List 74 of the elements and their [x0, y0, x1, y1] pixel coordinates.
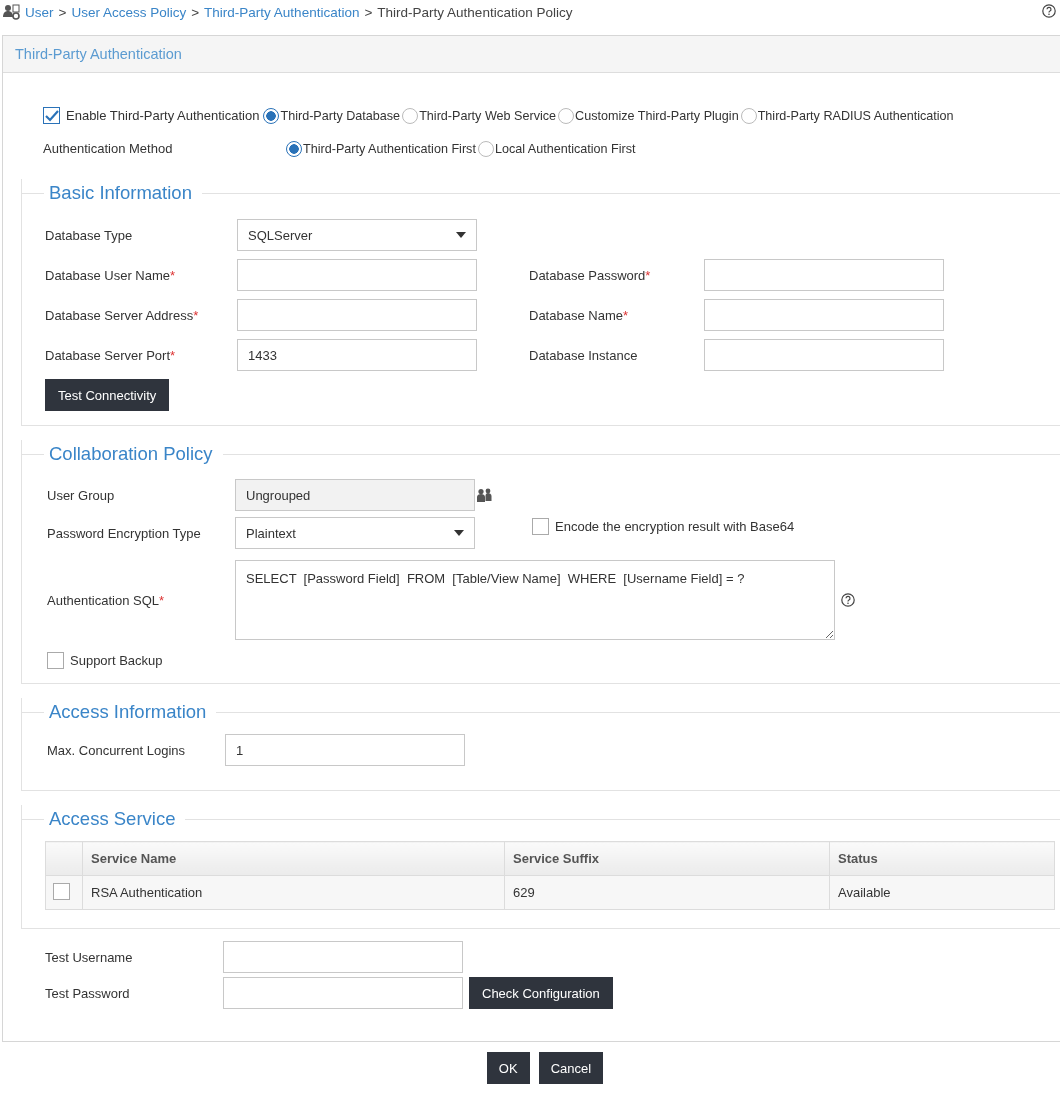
- field-label: Database Server Address*: [45, 307, 200, 323]
- dropdown[interactable]: SQLServer: [237, 219, 477, 251]
- checkbox-label: Encode the encryption result with Base64: [555, 519, 795, 534]
- field-label: Test Password: [45, 985, 131, 1001]
- section-title: Basic Information: [48, 182, 193, 204]
- input-field[interactable]: [223, 941, 463, 973]
- field-label: User Group: [47, 487, 116, 503]
- help-icon[interactable]: [841, 593, 855, 607]
- checkbox[interactable]: [532, 518, 549, 535]
- dialog-button[interactable]: Cancel: [538, 1052, 604, 1084]
- caret-icon: [456, 232, 466, 238]
- column-header: Service Suffix: [504, 841, 830, 876]
- field-label: Authentication Method: [43, 141, 174, 156]
- table-cell: RSA Authentication: [82, 875, 505, 910]
- field-label: Database Server Port*: [45, 347, 177, 363]
- field-label: Database Name*: [529, 307, 629, 323]
- radio-label: Third-Party RADIUS Authentication: [757, 108, 954, 123]
- breadcrumb-separator: >: [364, 4, 373, 20]
- radio-label: Customize Third-Party Plugin: [575, 108, 739, 123]
- input-field[interactable]: 1433: [237, 339, 477, 371]
- column-header: Status: [829, 841, 1055, 876]
- field-label: Database Instance: [529, 347, 639, 363]
- input-field[interactable]: [704, 339, 944, 371]
- field-label: Database Password*: [529, 267, 652, 283]
- table-cell: Available: [829, 875, 1055, 910]
- caret-icon: [454, 530, 464, 536]
- column-header: Service Name: [82, 841, 505, 876]
- breadcrumb-current: Third-Party Authentication Policy: [377, 4, 573, 20]
- section-title: Collaboration Policy: [48, 443, 214, 465]
- breadcrumb-separator: >: [58, 4, 67, 20]
- radio-button[interactable]: [402, 107, 419, 124]
- radio-label: Local Authentication First: [494, 141, 636, 156]
- input-field[interactable]: [704, 299, 944, 331]
- input-field[interactable]: [704, 259, 944, 291]
- breadcrumb-link[interactable]: Third-Party Authentication: [204, 4, 360, 20]
- field-label: Test Username: [45, 949, 134, 965]
- test-connectivity-button[interactable]: Test Connectivity: [45, 379, 170, 411]
- breadcrumb-separator: >: [191, 4, 200, 20]
- dialog-button[interactable]: OK: [486, 1052, 530, 1084]
- radio-button[interactable]: [740, 107, 757, 124]
- radio-button[interactable]: [558, 107, 575, 124]
- field-label: Database Type: [45, 227, 134, 243]
- input-field[interactable]: 1: [225, 734, 465, 766]
- dropdown[interactable]: Plaintext: [235, 517, 475, 549]
- field-label: Password Encryption Type: [47, 525, 202, 541]
- checkbox[interactable]: [43, 107, 60, 124]
- panel-title: Third-Party Authentication: [15, 46, 182, 62]
- table-cell: 629: [504, 875, 830, 910]
- radio-label: Third-Party Web Service: [419, 108, 557, 123]
- field-label: Max. Concurrent Logins: [47, 742, 186, 758]
- radio-button[interactable]: [477, 140, 494, 157]
- radio-label: Third-Party Authentication First: [303, 141, 476, 156]
- radio-button[interactable]: [286, 140, 302, 157]
- help-icon[interactable]: [1042, 4, 1056, 18]
- field-label: Database User Name*: [45, 267, 177, 283]
- checkbox-label: Enable Third-Party Authentication: [66, 108, 260, 123]
- breadcrumb-link[interactable]: User: [25, 4, 54, 20]
- checkbox-label: Support Backup: [70, 653, 163, 668]
- radio-label: Third-Party Database: [280, 108, 401, 123]
- user-settings-icon: [3, 4, 21, 20]
- section-title: Access Service: [48, 808, 177, 830]
- row-checkbox[interactable]: [53, 882, 70, 900]
- input-field[interactable]: [237, 299, 477, 331]
- field-label: Authentication SQL*: [47, 592, 166, 608]
- breadcrumb-link[interactable]: User Access Policy: [71, 4, 187, 20]
- input-field[interactable]: [237, 259, 477, 291]
- checkbox[interactable]: [47, 652, 64, 669]
- users-icon[interactable]: [476, 488, 492, 502]
- section-title: Access Information: [48, 701, 208, 723]
- sql-text-area[interactable]: SELECT [Password Field] FROM [Table/View Name] WHERE [Username Field] = ?: [235, 560, 835, 640]
- input-field: Ungrouped: [235, 479, 475, 511]
- radio-button[interactable]: [263, 107, 280, 124]
- input-field[interactable]: [223, 977, 463, 1009]
- check-configuration-button[interactable]: Check Configuration: [469, 977, 613, 1009]
